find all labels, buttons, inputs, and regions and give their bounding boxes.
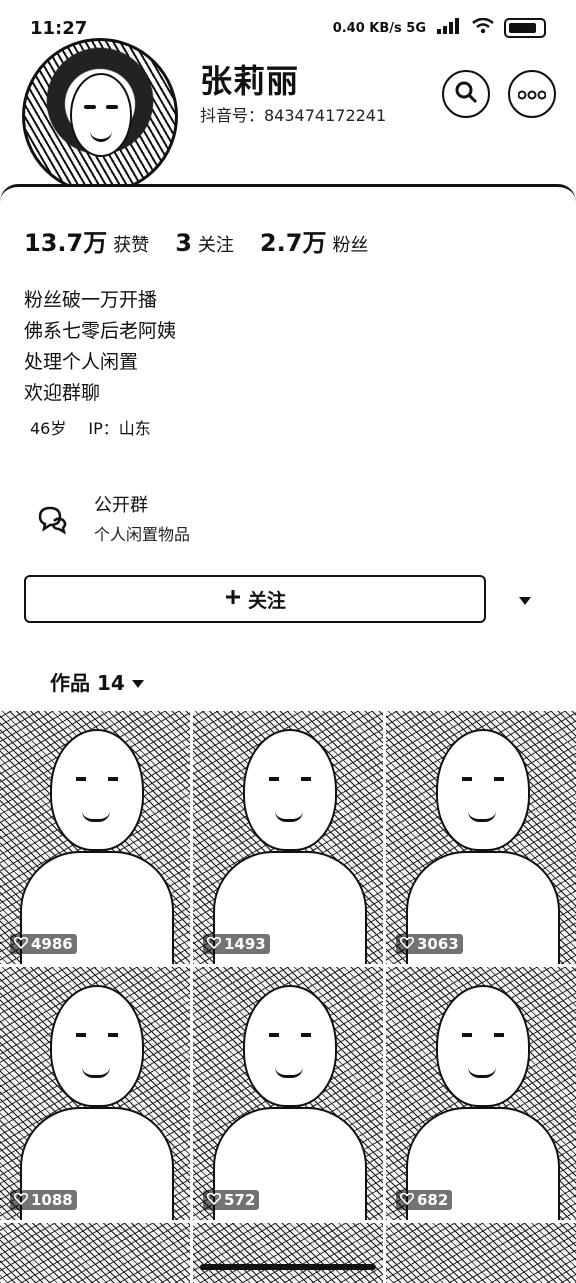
like-count: 4986 <box>10 934 77 954</box>
like-number: 1493 <box>224 935 266 953</box>
search-icon <box>454 80 478 108</box>
profile-card: 13.7万 获赞 3 关注 2.7万 粉丝 粉丝破一万开播 佛系七零后老阿姨 处理个人… <box>0 184 576 1283</box>
like-count: 1088 <box>10 1190 77 1210</box>
heart-icon <box>399 1191 415 1209</box>
recommend-dropdown-button[interactable] <box>510 585 540 615</box>
network-speed: 0.40 KB/s 5G <box>332 20 426 36</box>
heart-icon <box>13 1191 29 1209</box>
stat-label: 获赞 <box>113 235 150 256</box>
more-button[interactable] <box>508 70 556 118</box>
video-thumbnail[interactable] <box>386 1223 576 1283</box>
bio-line: 处理个人闲置 <box>24 351 139 373</box>
works-label: 作品 14 <box>50 671 125 695</box>
more-icon <box>517 85 547 104</box>
heart-icon <box>13 935 29 953</box>
signal-icon <box>436 18 462 38</box>
stat-number: 3 <box>175 229 192 257</box>
tab-works[interactable]: 作品 14 <box>50 667 145 696</box>
like-count: 3063 <box>396 934 463 954</box>
like-number: 3063 <box>417 935 459 953</box>
video-thumbnail[interactable] <box>193 1223 383 1283</box>
stat-label: 粉丝 <box>332 235 369 256</box>
video-thumbnail[interactable]: 572 <box>193 967 383 1220</box>
bio-line: 粉丝破一万开播 <box>24 289 158 311</box>
plus-icon <box>224 588 242 611</box>
heart-icon <box>206 935 222 953</box>
video-thumbnail[interactable]: 1088 <box>0 967 190 1220</box>
stat-followers[interactable]: 2.7万 粉丝 <box>260 223 369 258</box>
profile-meta: 46岁 IP：山东 <box>30 415 151 439</box>
bio-line: 欢迎群聊 <box>24 382 101 404</box>
wifi-icon <box>472 17 494 38</box>
heart-icon <box>399 935 415 953</box>
like-number: 1088 <box>31 1191 73 1209</box>
video-thumbnail[interactable]: 4986 <box>0 711 190 964</box>
like-count: 1493 <box>203 934 270 954</box>
group-chat-icon <box>36 503 68 535</box>
video-thumbnail[interactable]: 1493 <box>193 711 383 964</box>
stat-number: 13.7万 <box>24 229 108 257</box>
public-group-entry[interactable]: 公开群 个人闲置物品 <box>36 491 436 551</box>
battery-icon <box>504 18 546 38</box>
video-grid: 4986 1493 3063 1088 572 682 <box>0 711 576 1283</box>
stat-number: 2.7万 <box>259 229 327 257</box>
search-button[interactable] <box>442 70 490 118</box>
like-number: 682 <box>417 1191 449 1209</box>
status-time: 11:27 <box>30 18 88 39</box>
ip-location: IP：山东 <box>88 419 151 438</box>
like-number: 572 <box>224 1191 256 1209</box>
profile-header: 11:27 0.40 KB/s 5G 张莉丽 抖音号：843474172241 <box>0 0 576 194</box>
account-id: 抖音号：843474172241 <box>200 106 387 125</box>
like-count: 572 <box>203 1190 260 1210</box>
bio-line: 佛系七零后老阿姨 <box>24 320 177 342</box>
bio: 粉丝破一万开播 佛系七零后老阿姨 处理个人闲置 欢迎群聊 <box>24 285 176 409</box>
video-thumbnail[interactable] <box>0 1223 190 1283</box>
stat-label: 关注 <box>197 235 234 256</box>
caret-down-icon <box>131 670 145 694</box>
heart-icon <box>206 1191 222 1209</box>
video-thumbnail[interactable]: 682 <box>386 967 576 1220</box>
profile-name: 张莉丽 <box>200 62 300 100</box>
home-indicator[interactable] <box>200 1264 376 1270</box>
avatar-face <box>70 73 132 157</box>
like-number: 4986 <box>31 935 73 953</box>
follow-label: 关注 <box>247 589 286 612</box>
video-thumbnail[interactable]: 3063 <box>386 711 576 964</box>
stats-row: 13.7万 获赞 3 关注 2.7万 粉丝 <box>24 223 368 258</box>
like-count: 682 <box>396 1190 453 1210</box>
follow-button[interactable]: 关注 <box>24 575 486 623</box>
stat-likes[interactable]: 13.7万 获赞 <box>24 223 149 258</box>
age-tag: 46岁 <box>30 419 67 438</box>
caret-down-icon <box>518 591 532 610</box>
group-subtitle: 个人闲置物品 <box>94 525 191 544</box>
status-icons: 0.40 KB/s 5G <box>332 17 546 38</box>
avatar[interactable] <box>22 38 178 194</box>
group-title: 公开群 <box>94 495 148 516</box>
stat-following[interactable]: 3 关注 <box>175 229 234 257</box>
